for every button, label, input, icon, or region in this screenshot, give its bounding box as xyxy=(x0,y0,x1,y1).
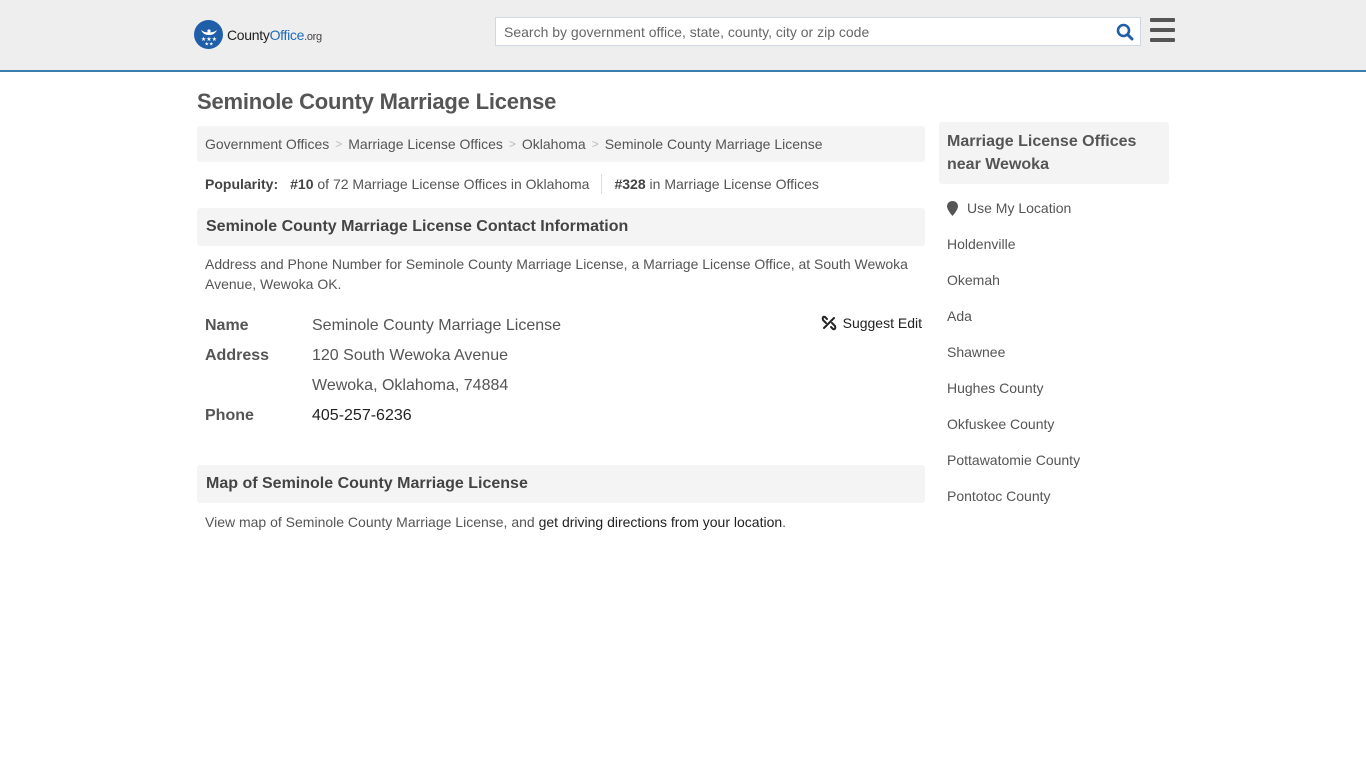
map-pin-icon xyxy=(947,201,958,216)
nearby-link-ada[interactable]: Ada xyxy=(947,308,972,324)
address-label: Address xyxy=(205,347,270,364)
breadcrumb-separator: > xyxy=(508,137,516,151)
search-icon xyxy=(1116,23,1134,40)
breadcrumb-oklahoma[interactable]: Oklahoma xyxy=(522,136,586,152)
address-row-2: Wewoka, Oklahoma, 74884 xyxy=(205,371,917,401)
search-input[interactable] xyxy=(496,18,1110,45)
search-bar xyxy=(495,17,1141,46)
state-rank-text: of 72 Marriage License Offices in Oklaho… xyxy=(317,176,590,192)
site-header: ★★★ ★★ CountyOffice.org xyxy=(0,0,1366,72)
list-item: Hughes County xyxy=(947,380,1169,416)
list-item: Shawnee xyxy=(947,344,1169,380)
phone-row: Phone 405-257-6236 xyxy=(205,401,917,431)
broken-link-icon xyxy=(821,315,836,331)
list-item: Holdenville xyxy=(947,236,1169,272)
national-rank: #328 xyxy=(614,176,646,192)
nearby-link-okfuskee-county[interactable]: Okfuskee County xyxy=(947,416,1054,432)
list-item: Pontotoc County xyxy=(947,488,1169,524)
sidebar-heading: Marriage License Offices near Wewoka xyxy=(939,122,1169,184)
map-description: View map of Seminole County Marriage Lic… xyxy=(205,514,787,530)
state-rank: #10 xyxy=(290,176,314,192)
national-rank-text: in Marriage License Offices xyxy=(649,176,819,192)
breadcrumb-government-offices[interactable]: Government Offices xyxy=(205,136,329,152)
suggest-edit: Suggest Edit xyxy=(821,315,922,331)
suggest-edit-link[interactable]: Suggest Edit xyxy=(843,315,922,331)
name-value: Seminole County Marriage License xyxy=(312,317,562,334)
contact-description: Address and Phone Number for Seminole Co… xyxy=(205,256,908,292)
eagle-logo-icon: ★★★ ★★ xyxy=(194,20,223,49)
use-my-location-link[interactable]: Use My Location xyxy=(967,200,1071,216)
hamburger-menu-icon[interactable] xyxy=(1150,18,1175,42)
svg-text:★★: ★★ xyxy=(204,41,213,46)
use-my-location: Use My Location xyxy=(947,200,1169,236)
contact-info: Suggest Edit Name Seminole County Marria… xyxy=(197,311,925,431)
nearby-link-holdenville[interactable]: Holdenville xyxy=(947,236,1015,252)
nearby-list: Use My Location Holdenville Okemah Ada S… xyxy=(939,200,1169,524)
name-row: Name Seminole County Marriage License xyxy=(205,311,917,341)
map-heading: Map of Seminole County Marriage License xyxy=(197,465,925,503)
list-item: Pottawatomie County xyxy=(947,452,1169,488)
address-row: Address 120 South Wewoka Avenue xyxy=(205,341,917,371)
nearby-link-pottawatomie-county[interactable]: Pottawatomie County xyxy=(947,452,1080,468)
divider xyxy=(601,174,603,194)
nearby-link-hughes-county[interactable]: Hughes County xyxy=(947,380,1044,396)
sidebar: Marriage License Offices near Wewoka Use… xyxy=(939,122,1169,524)
breadcrumb-separator: > xyxy=(335,137,343,151)
list-item: Ada xyxy=(947,308,1169,344)
nearby-link-okemah[interactable]: Okemah xyxy=(947,272,1000,288)
breadcrumb: Government Offices > Marriage License Of… xyxy=(197,126,925,162)
contact-heading: Seminole County Marriage License Contact… xyxy=(197,208,925,246)
nearby-link-pontotoc-county[interactable]: Pontotoc County xyxy=(947,488,1051,504)
phone-label: Phone xyxy=(205,407,254,424)
address-line1: 120 South Wewoka Avenue xyxy=(312,347,508,364)
breadcrumb-separator: > xyxy=(591,137,599,151)
popularity: Popularity: #10 of 72 Marriage License O… xyxy=(197,174,925,194)
popularity-label: Popularity: xyxy=(205,176,279,192)
list-item: Okemah xyxy=(947,272,1169,308)
address-line2: Wewoka, Oklahoma, 74884 xyxy=(312,377,509,394)
page-title: Seminole County Marriage License xyxy=(197,89,557,114)
search-button[interactable] xyxy=(1110,18,1140,45)
breadcrumb-marriage-license-offices[interactable]: Marriage License Offices xyxy=(348,136,503,152)
driving-directions-link[interactable]: get driving directions from your locatio… xyxy=(539,514,783,530)
logo-text: CountyOffice.org xyxy=(227,26,322,43)
logo-link[interactable]: ★★★ ★★ CountyOffice.org xyxy=(194,20,322,49)
phone-link[interactable]: 405-257-6236 xyxy=(312,407,412,424)
nearby-link-shawnee[interactable]: Shawnee xyxy=(947,344,1005,360)
breadcrumb-current: Seminole County Marriage License xyxy=(604,136,823,152)
name-label: Name xyxy=(205,317,249,334)
main-content: Seminole County Marriage License Governm… xyxy=(197,72,925,530)
list-item: Okfuskee County xyxy=(947,416,1169,452)
